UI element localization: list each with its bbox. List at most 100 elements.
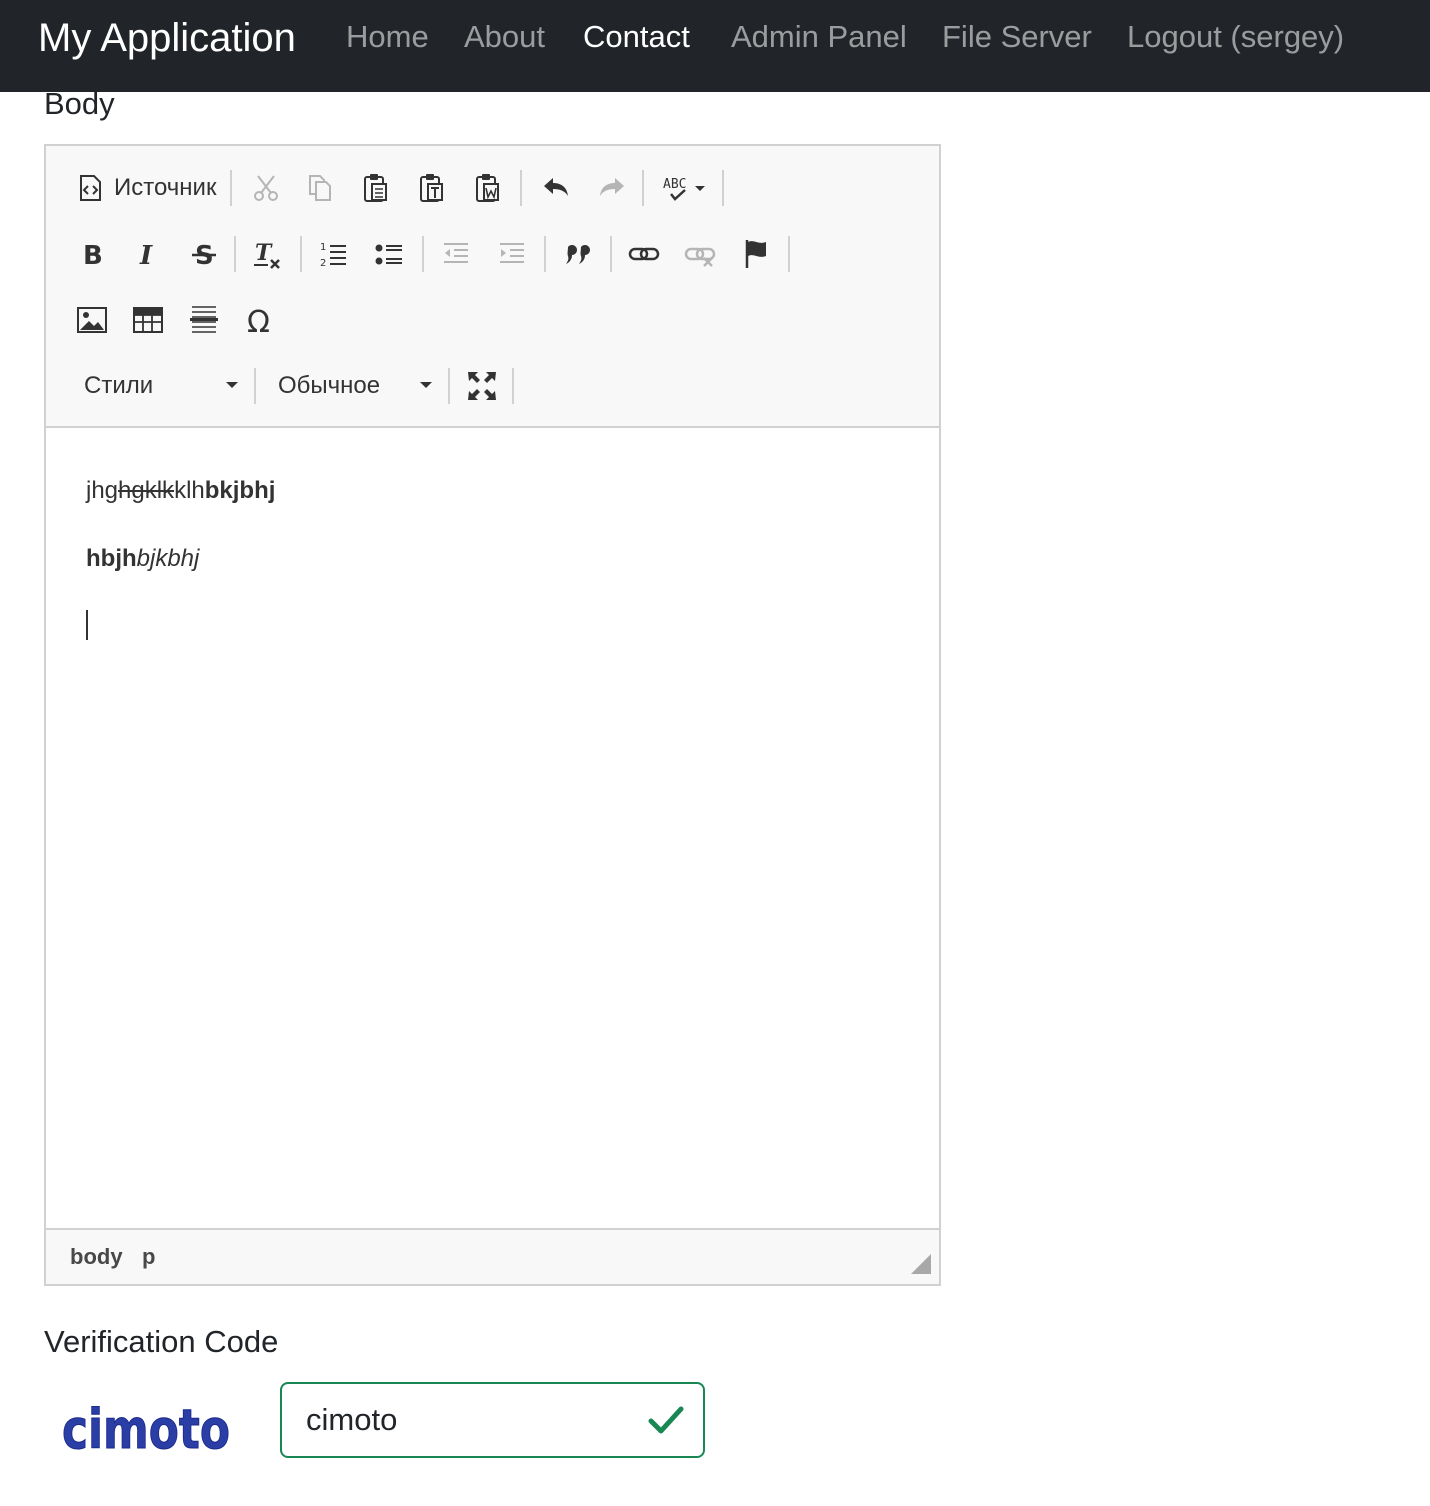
captcha-text: cimoto bbox=[62, 1398, 230, 1461]
special-char-button[interactable]: Ω bbox=[238, 298, 282, 342]
toolbar-separator bbox=[788, 236, 790, 272]
blockquote-button[interactable] bbox=[556, 232, 600, 276]
toolbar-separator bbox=[544, 236, 546, 272]
bold-text-run: hbjh bbox=[86, 545, 137, 572]
verification-code-input[interactable] bbox=[280, 1382, 705, 1458]
bold-icon: B bbox=[83, 241, 103, 270]
toolbar-separator bbox=[610, 236, 612, 272]
bold-text-run: bkjbhj bbox=[204, 477, 276, 504]
italic-button[interactable]: I bbox=[126, 232, 170, 276]
cut-icon bbox=[254, 175, 278, 201]
toolbar-separator bbox=[448, 368, 450, 404]
editor-content[interactable]: jhghgklkklhbkjbhj hbjhbjkbhj bbox=[46, 430, 939, 1230]
italic-text-run: bjkbhj bbox=[136, 545, 200, 572]
undo-icon bbox=[544, 178, 568, 196]
format-dropdown[interactable]: Обычное bbox=[278, 364, 432, 408]
content-paragraph bbox=[86, 610, 899, 650]
paste-icon bbox=[364, 174, 387, 202]
unlink-icon bbox=[684, 247, 716, 267]
svg-text:I: I bbox=[139, 241, 153, 270]
strike-button[interactable]: S bbox=[182, 232, 226, 276]
checkmark-icon bbox=[648, 1406, 684, 1434]
navbar: My Application Home About Contact Admin … bbox=[0, 0, 1430, 92]
table-button[interactable] bbox=[126, 298, 170, 342]
redo-icon bbox=[600, 178, 624, 196]
svg-text:Ω: Ω bbox=[247, 305, 270, 336]
nav-admin-panel-link[interactable]: Admin Panel bbox=[731, 18, 907, 56]
table-icon bbox=[133, 307, 163, 333]
chevron-down-icon bbox=[420, 382, 432, 388]
link-button[interactable] bbox=[622, 232, 666, 276]
resize-handle[interactable] bbox=[911, 1254, 931, 1274]
paste-button[interactable] bbox=[354, 166, 398, 210]
format-dropdown-label: Обычное bbox=[278, 372, 381, 399]
svg-text:ABC: ABC bbox=[663, 177, 686, 192]
source-icon bbox=[80, 175, 101, 201]
toolbar-separator bbox=[642, 170, 644, 206]
nav-file-server-link[interactable]: File Server bbox=[942, 18, 1092, 56]
anchor-icon bbox=[745, 240, 766, 268]
cut-button[interactable] bbox=[244, 166, 288, 210]
svg-text:B: B bbox=[83, 241, 103, 270]
undo-button[interactable] bbox=[534, 166, 578, 210]
blockquote-icon bbox=[566, 245, 590, 264]
styles-dropdown-label: Стили bbox=[84, 372, 154, 399]
svg-text:2: 2 bbox=[320, 258, 326, 269]
redo-button[interactable] bbox=[590, 166, 634, 210]
rich-text-editor: Источник ABC B I S T 1 2 Ω Стили Обычное… bbox=[44, 144, 941, 1286]
toolbar-separator bbox=[254, 368, 256, 404]
text-cursor bbox=[86, 610, 88, 640]
numbered-list-button[interactable]: 1 2 bbox=[312, 232, 356, 276]
anchor-button[interactable] bbox=[736, 232, 780, 276]
editor-toolbar: Источник ABC B I S T 1 2 Ω Стили Обычное bbox=[46, 146, 939, 428]
bulleted-list-button[interactable] bbox=[368, 232, 412, 276]
paste-word-button[interactable] bbox=[466, 166, 510, 210]
indent-icon bbox=[500, 243, 524, 263]
toolbar-separator bbox=[722, 170, 724, 206]
body-label: Body bbox=[44, 86, 115, 121]
brand-link[interactable]: My Application bbox=[38, 14, 296, 62]
copy-icon bbox=[309, 175, 331, 201]
maximize-icon bbox=[468, 372, 496, 400]
toolbar-separator bbox=[234, 236, 236, 272]
nav-contact-link[interactable]: Contact bbox=[583, 18, 690, 56]
text-run: klh bbox=[174, 477, 205, 504]
strike-text-run: hgklk bbox=[118, 477, 175, 504]
content-paragraph: jhghgklkklhbkjbhj bbox=[86, 474, 899, 508]
bold-button[interactable]: B bbox=[70, 232, 114, 276]
verification-code-label: Verification Code bbox=[44, 1324, 279, 1359]
maximize-button[interactable] bbox=[460, 364, 504, 408]
outdent-icon bbox=[444, 243, 468, 263]
styles-dropdown[interactable]: Стили bbox=[84, 364, 238, 408]
horizontal-line-button[interactable] bbox=[182, 298, 226, 342]
text-run: jhg bbox=[86, 477, 119, 504]
spellcheck-button[interactable]: ABC bbox=[660, 166, 710, 210]
chevron-down-icon bbox=[226, 382, 238, 388]
horizontal-line-icon bbox=[190, 306, 218, 333]
source-button[interactable]: Источник bbox=[76, 166, 216, 210]
nav-home-link[interactable]: Home bbox=[346, 18, 429, 56]
toolbar-separator bbox=[422, 236, 424, 272]
content-paragraph: hbjhbjkbhj bbox=[86, 542, 899, 576]
nav-about-link[interactable]: About bbox=[464, 18, 545, 56]
path-item-body[interactable]: body bbox=[70, 1244, 123, 1270]
image-button[interactable] bbox=[70, 298, 114, 342]
numbered-list-icon: 1 2 bbox=[320, 242, 346, 269]
toolbar-separator bbox=[300, 236, 302, 272]
captcha-image[interactable]: cimoto bbox=[58, 1392, 234, 1462]
paste-text-button[interactable] bbox=[410, 166, 454, 210]
italic-icon: I bbox=[139, 241, 153, 270]
strike-icon: S bbox=[192, 241, 216, 270]
path-item-p[interactable]: p bbox=[142, 1244, 155, 1270]
bulleted-list-icon bbox=[375, 244, 402, 265]
copy-button[interactable] bbox=[298, 166, 342, 210]
toolbar-separator bbox=[520, 170, 522, 206]
outdent-button[interactable] bbox=[434, 232, 478, 276]
toolbar-separator bbox=[512, 368, 514, 404]
paste-word-icon bbox=[476, 174, 499, 202]
spellcheck-icon: ABC bbox=[663, 177, 705, 201]
unlink-button[interactable] bbox=[678, 232, 722, 276]
nav-logout-link[interactable]: Logout (sergey) bbox=[1127, 18, 1344, 56]
remove-format-button[interactable]: T bbox=[246, 232, 290, 276]
indent-button[interactable] bbox=[490, 232, 534, 276]
